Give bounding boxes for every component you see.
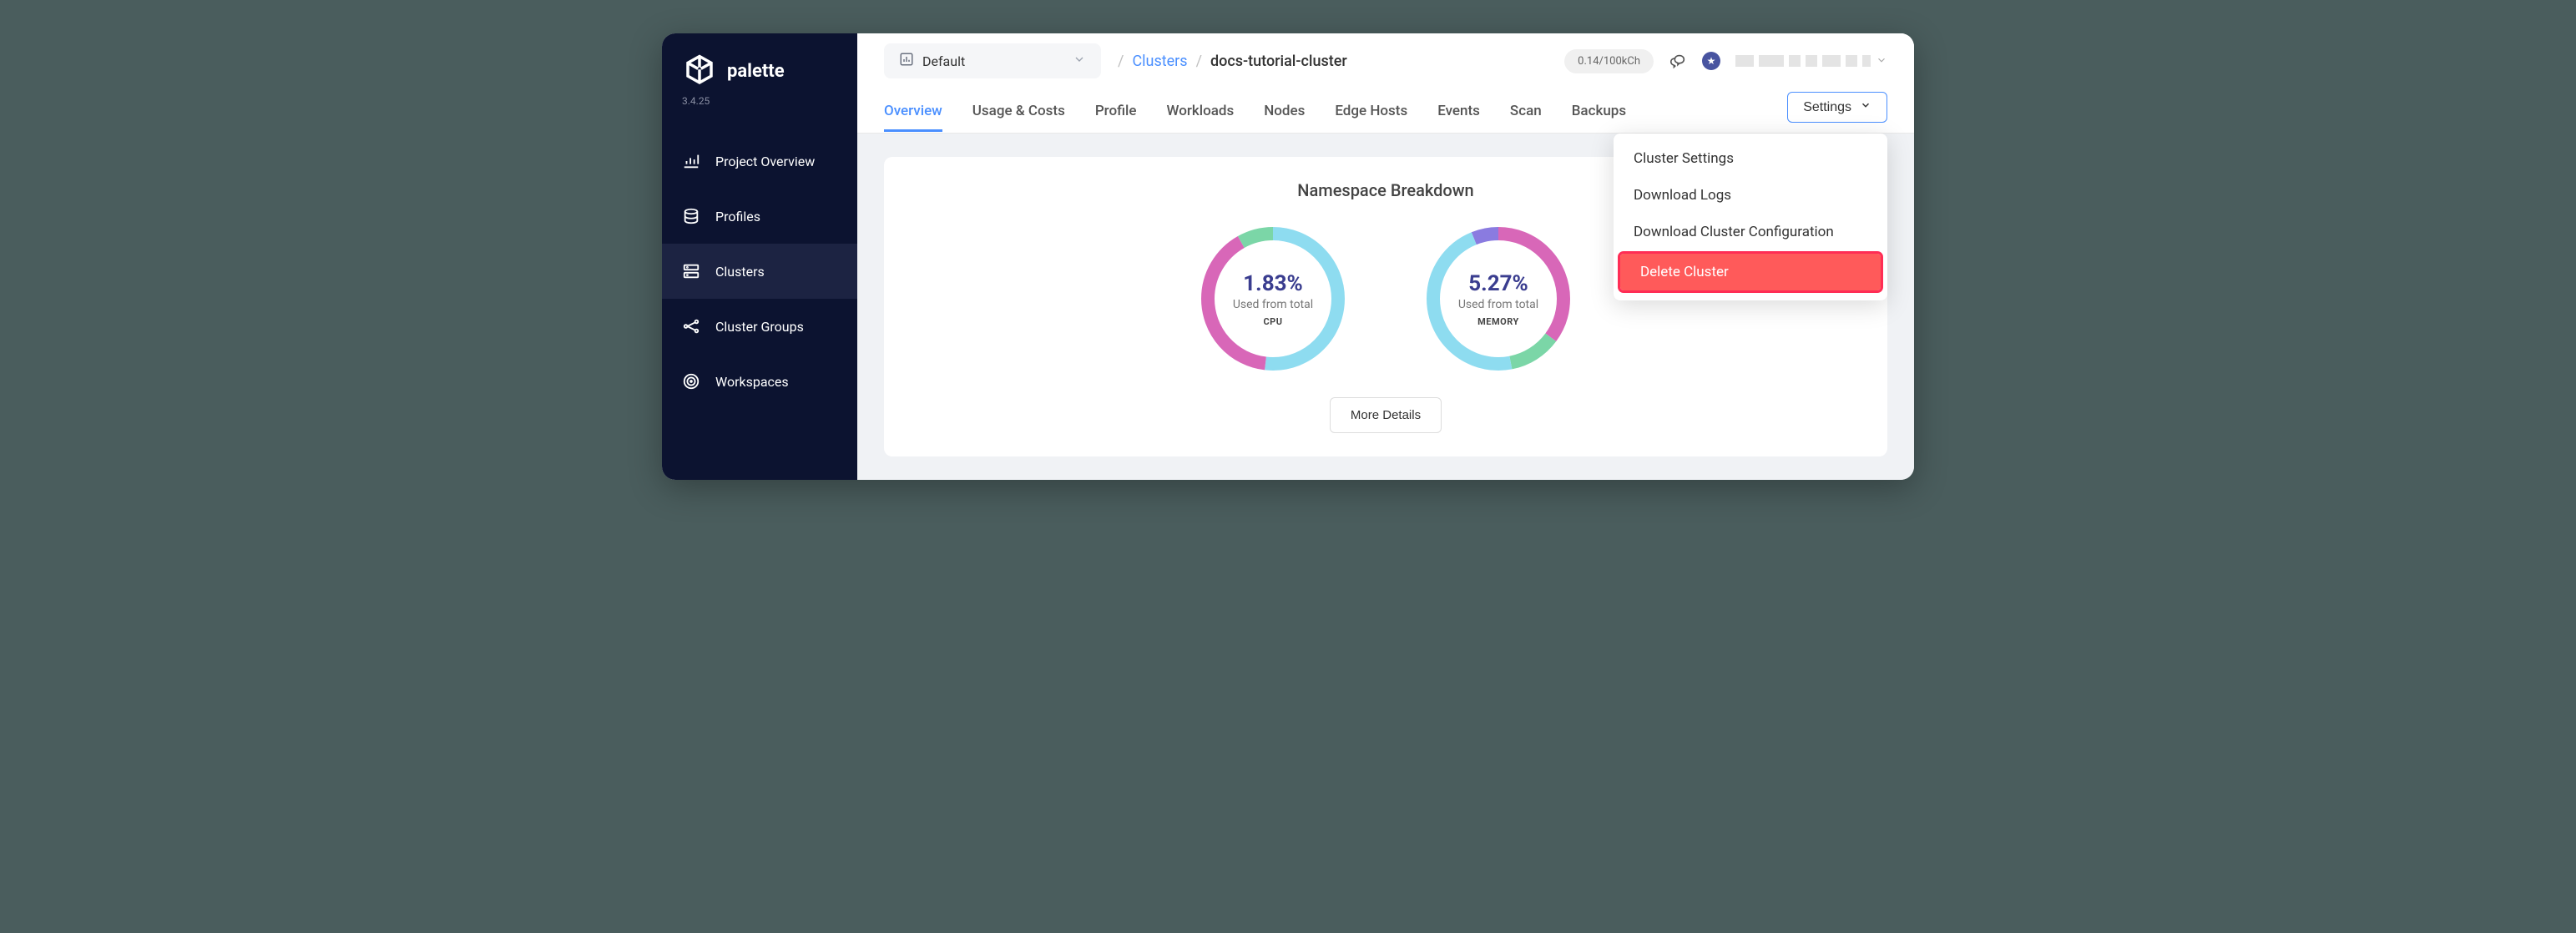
nav-list: Project Overview Profiles Clusters Clust… (662, 134, 857, 409)
sidebar-item-label: Workspaces (715, 374, 789, 390)
tab-profile[interactable]: Profile (1095, 93, 1137, 132)
breadcrumb-current: docs-tutorial-cluster (1210, 53, 1347, 70)
settings-button[interactable]: Settings (1787, 92, 1887, 123)
project-selector[interactable]: Default (884, 43, 1101, 78)
sidebar-item-label: Project Overview (715, 154, 815, 169)
breadcrumb-parent-link[interactable]: Clusters (1132, 53, 1187, 70)
project-selector-label: Default (922, 53, 1064, 69)
sidebar: palette 3.4.25 Project Overview Profiles (662, 33, 857, 480)
menu-download-logs[interactable]: Download Logs (1614, 177, 1887, 214)
app-window: palette 3.4.25 Project Overview Profiles (662, 33, 1914, 480)
version-label: 3.4.25 (662, 95, 857, 134)
chevron-down-icon (1073, 53, 1086, 69)
sidebar-item-project-overview[interactable]: Project Overview (662, 134, 857, 189)
chat-icon[interactable] (1669, 52, 1687, 70)
server-icon (682, 262, 700, 280)
nodes-icon (682, 317, 700, 335)
sidebar-item-label: Clusters (715, 264, 765, 280)
brand-logo[interactable]: palette (662, 53, 857, 95)
tab-edge-hosts[interactable]: Edge Hosts (1335, 93, 1407, 132)
memory-donut-chart: 5.27% Used from total MEMORY (1423, 224, 1573, 374)
chart-icon (682, 152, 700, 170)
cpu-percent: 1.83% (1243, 271, 1303, 296)
settings-button-label: Settings (1803, 100, 1851, 115)
layers-icon (682, 207, 700, 225)
main-area: Default / Clusters / docs-tutorial-clust… (857, 33, 1914, 480)
settings-dropdown: Cluster Settings Download Logs Download … (1614, 134, 1887, 300)
target-icon (682, 372, 700, 391)
tab-workloads[interactable]: Workloads (1167, 93, 1235, 132)
tab-overview[interactable]: Overview (884, 93, 942, 132)
memory-label: MEMORY (1477, 316, 1519, 327)
sidebar-item-label: Cluster Groups (715, 319, 804, 335)
tab-usage-costs[interactable]: Usage & Costs (972, 93, 1065, 132)
menu-delete-cluster[interactable]: Delete Cluster (1620, 254, 1881, 290)
breadcrumb-separator: / (1196, 53, 1202, 70)
memory-percent: 5.27% (1468, 271, 1528, 296)
chevron-down-icon (1860, 99, 1871, 115)
credits-pill[interactable]: 0.14/100kCh (1564, 49, 1654, 73)
sidebar-item-label: Profiles (715, 209, 760, 224)
chevron-down-icon (1876, 53, 1887, 69)
breadcrumb-separator: / (1118, 53, 1124, 70)
breadcrumb: / Clusters / docs-tutorial-cluster (1118, 53, 1347, 70)
sidebar-item-workspaces[interactable]: Workspaces (662, 354, 857, 409)
memory-subtext: Used from total (1458, 298, 1538, 311)
user-menu[interactable] (1735, 53, 1887, 69)
content: Cluster Settings Download Logs Download … (857, 134, 1914, 480)
menu-cluster-settings[interactable]: Cluster Settings (1614, 140, 1887, 177)
tab-backups[interactable]: Backups (1572, 93, 1626, 132)
tab-scan[interactable]: Scan (1510, 93, 1542, 132)
tab-nodes[interactable]: Nodes (1264, 93, 1305, 132)
cpu-subtext: Used from total (1233, 298, 1313, 311)
bar-chart-icon (899, 52, 914, 70)
sidebar-item-profiles[interactable]: Profiles (662, 189, 857, 244)
brand-name: palette (727, 61, 785, 82)
topbar: Default / Clusters / docs-tutorial-clust… (857, 33, 1914, 134)
tabs: Overview Usage & Costs Profile Workloads… (884, 92, 1887, 133)
cpu-label: CPU (1263, 316, 1282, 327)
sidebar-item-cluster-groups[interactable]: Cluster Groups (662, 299, 857, 354)
logo-icon (682, 53, 717, 88)
sidebar-item-clusters[interactable]: Clusters (662, 244, 857, 299)
more-details-button[interactable]: More Details (1330, 397, 1442, 433)
cpu-donut-chart: 1.83% Used from total CPU (1198, 224, 1348, 374)
tab-events[interactable]: Events (1437, 93, 1480, 132)
menu-download-cluster-config[interactable]: Download Cluster Configuration (1614, 214, 1887, 250)
star-badge-icon[interactable]: ★ (1702, 52, 1720, 70)
